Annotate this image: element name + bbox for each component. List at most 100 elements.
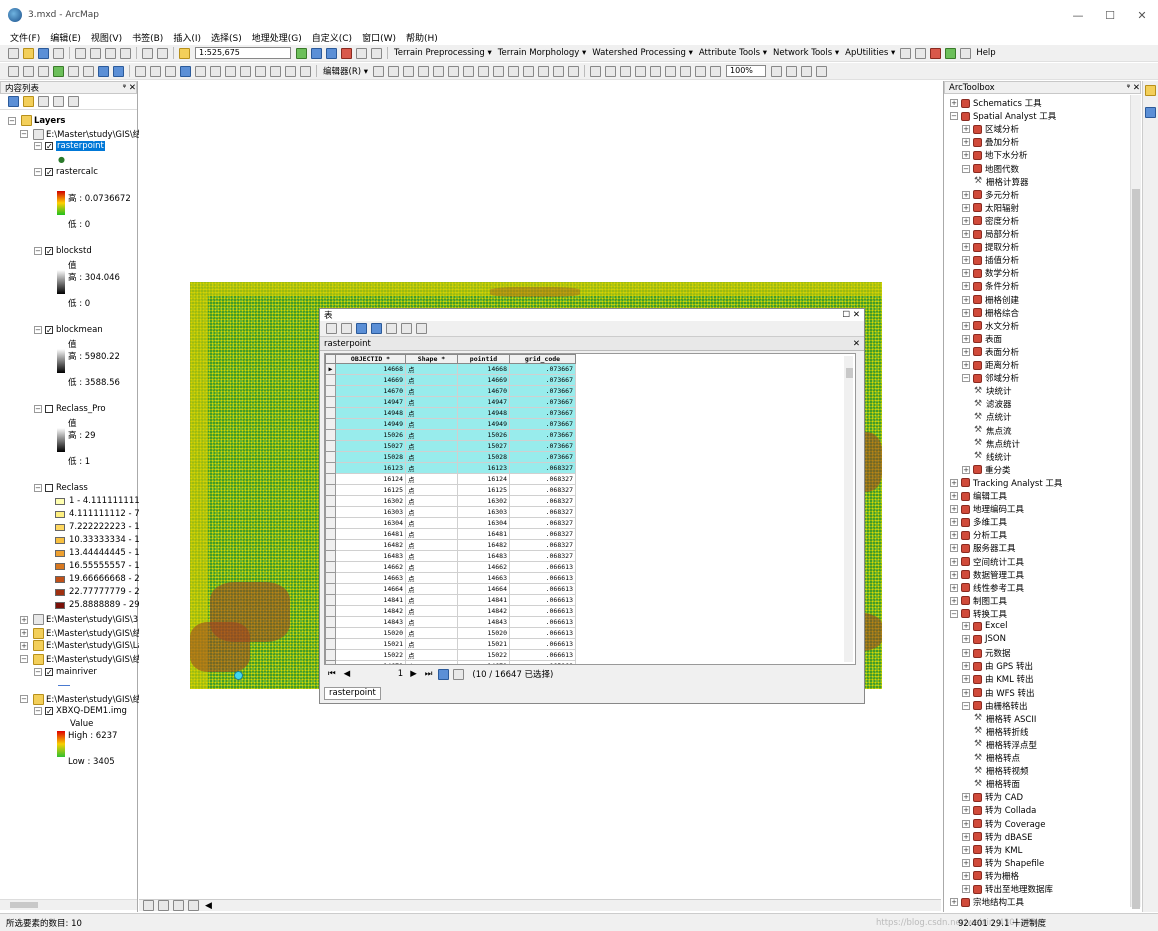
collapse-icon[interactable]: − bbox=[20, 695, 28, 703]
toolbox-item[interactable]: + 表面 bbox=[962, 333, 1002, 345]
table-row[interactable]: 14669 点 14669.073667 bbox=[325, 374, 576, 386]
toggle-draft-icon[interactable] bbox=[771, 65, 783, 77]
collapse-icon[interactable]: − bbox=[20, 655, 28, 663]
expand-icon[interactable]: + bbox=[962, 858, 970, 867]
undo-icon[interactable] bbox=[142, 47, 153, 59]
html-popup-icon[interactable] bbox=[210, 65, 221, 77]
list-by-drawing-order-icon[interactable] bbox=[8, 96, 19, 107]
layout-zoom-in-icon[interactable] bbox=[590, 65, 602, 77]
next-record-icon[interactable]: ▶ bbox=[410, 669, 417, 679]
clear-selection-icon[interactable] bbox=[150, 65, 161, 77]
group-layer-2[interactable]: + E:\Master\study\GIS\3.r bbox=[20, 614, 144, 625]
toolbox-item[interactable]: + 多维工具 bbox=[950, 516, 1007, 528]
save-icon[interactable] bbox=[38, 47, 49, 59]
point-tool-icon[interactable] bbox=[930, 47, 942, 59]
table-vertical-scrollbar[interactable] bbox=[844, 356, 853, 662]
scroll-thumb[interactable] bbox=[846, 368, 853, 378]
expand-icon[interactable]: + bbox=[962, 230, 970, 238]
toolbox-item[interactable]: + 由 KML 转出 bbox=[962, 673, 1034, 685]
switch-selection-icon[interactable] bbox=[371, 323, 382, 334]
zoom-out-icon[interactable] bbox=[23, 65, 34, 77]
expand-icon[interactable]: + bbox=[962, 793, 970, 802]
trace-icon[interactable] bbox=[945, 47, 957, 59]
expand-icon[interactable]: + bbox=[950, 596, 958, 605]
table-row[interactable]: 16302 点 16302.068327 bbox=[325, 495, 576, 507]
table-row[interactable]: 14947 点 14947.073667 bbox=[325, 396, 576, 408]
menu-geoprocessing[interactable]: 地理处理(G) bbox=[252, 31, 302, 44]
expand-icon[interactable]: + bbox=[962, 806, 970, 815]
model-builder-icon[interactable] bbox=[371, 47, 382, 59]
select-by-attributes-icon[interactable] bbox=[356, 323, 367, 334]
column-header-grid-code[interactable]: grid_code bbox=[509, 354, 576, 364]
expand-icon[interactable]: + bbox=[962, 361, 970, 369]
terrain-morphology-menu[interactable]: Terrain Morphology ▾ bbox=[498, 48, 586, 58]
group-layer-5[interactable]: − E:\Master\study\GIS\结 bbox=[20, 653, 141, 665]
zoom-in-icon[interactable] bbox=[8, 65, 19, 77]
point-edit-icon[interactable] bbox=[448, 65, 460, 77]
layer-dem[interactable]: − ✓ XBXQ-DEM1.img bbox=[34, 706, 127, 716]
toolbox-item[interactable]: + 线性参考工具 bbox=[950, 582, 1024, 594]
toolbox-item[interactable]: + 空间统计工具 bbox=[950, 556, 1024, 568]
toolbox-item[interactable]: + 转出至地理数据库 bbox=[962, 883, 1053, 895]
layer-reclass-pro[interactable]: − Reclass_Pro bbox=[34, 404, 106, 414]
row-selector[interactable] bbox=[325, 374, 336, 386]
table-row[interactable]: 16303 点 16303.068327 bbox=[325, 506, 576, 518]
toolbox-item[interactable]: + 水文分析 bbox=[962, 320, 1019, 332]
table-row[interactable]: 15026 点 15026.073667 bbox=[325, 429, 576, 441]
pan-icon[interactable] bbox=[38, 65, 49, 77]
layer-mainriver[interactable]: − ✓ mainriver bbox=[34, 667, 97, 677]
scroll-thumb[interactable] bbox=[1132, 189, 1140, 909]
toolbox-item[interactable]: ⚒ 栅格转浮点型 bbox=[974, 739, 1037, 751]
toolbox-item[interactable]: ⚒ 栅格转面 bbox=[974, 778, 1020, 790]
toolbox-item[interactable]: + 条件分析 bbox=[962, 280, 1019, 292]
expand-icon[interactable]: + bbox=[962, 269, 970, 278]
menu-windows[interactable]: 窗口(W) bbox=[362, 31, 396, 44]
toolbox-item[interactable]: + 由 GPS 转出 bbox=[962, 660, 1033, 672]
toolbox-item[interactable]: + 转为 KML bbox=[962, 844, 1022, 856]
time-slider-icon[interactable] bbox=[285, 65, 296, 77]
expand-icon[interactable]: + bbox=[962, 662, 970, 671]
catalog-tab-icon[interactable] bbox=[1145, 85, 1156, 96]
attributes-icon[interactable] bbox=[538, 65, 550, 77]
edit-annotation-icon[interactable] bbox=[388, 65, 400, 77]
close-button[interactable]: ✕ bbox=[1126, 0, 1158, 30]
table-tab-rasterpoint[interactable]: rasterpoint bbox=[324, 687, 381, 700]
create-features-icon[interactable] bbox=[568, 65, 580, 77]
editor-menu[interactable]: 编辑器(R) ▾ bbox=[323, 65, 368, 77]
row-selector[interactable] bbox=[325, 418, 336, 430]
table-row[interactable]: 16483 点 16483.068327 bbox=[325, 550, 576, 562]
expand-icon[interactable]: + bbox=[962, 308, 970, 317]
table-row[interactable]: 15028 点 15028.073667 bbox=[325, 451, 576, 463]
previous-record-icon[interactable]: ◀ bbox=[344, 669, 351, 679]
last-record-icon[interactable]: ⏭ bbox=[425, 669, 433, 679]
toolbox-item[interactable]: − 邻域分析 bbox=[962, 372, 1019, 384]
table-row[interactable]: 16124 点 16124.068327 bbox=[325, 473, 576, 485]
table-row[interactable]: 14842 点 14842.066613 bbox=[325, 605, 576, 617]
end-point-arc-icon[interactable] bbox=[418, 65, 430, 77]
open-icon[interactable] bbox=[23, 47, 34, 59]
minimize-button[interactable]: — bbox=[1062, 0, 1094, 30]
row-selector[interactable] bbox=[325, 550, 336, 562]
select-elements-icon[interactable] bbox=[165, 65, 176, 77]
cut-polygons-icon[interactable] bbox=[493, 65, 505, 77]
find-icon[interactable] bbox=[240, 65, 251, 77]
row-selector[interactable] bbox=[325, 462, 336, 474]
expand-icon[interactable]: + bbox=[962, 871, 970, 880]
show-selected-records-icon[interactable] bbox=[453, 668, 465, 680]
toolbox-item[interactable]: + 密度分析 bbox=[962, 215, 1019, 227]
toolbox-item[interactable]: ⚒ 栅格转视频 bbox=[974, 765, 1029, 777]
attribute-tools-menu[interactable]: Attribute Tools ▾ bbox=[699, 48, 767, 58]
identify-icon[interactable] bbox=[180, 65, 191, 77]
list-by-selection-icon[interactable] bbox=[53, 96, 64, 107]
toolbox-item[interactable]: + 栅格综合 bbox=[962, 307, 1019, 319]
row-selector[interactable] bbox=[325, 484, 336, 496]
toolbox-item[interactable]: ⚒ 栅格转折线 bbox=[974, 726, 1029, 738]
menu-file[interactable]: 文件(F) bbox=[10, 31, 40, 44]
toolbox-item[interactable]: ⚒ 焦点统计 bbox=[974, 438, 1020, 450]
toolbox-item[interactable]: ⚒ 栅格转点 bbox=[974, 752, 1020, 764]
options-icon[interactable] bbox=[68, 96, 79, 107]
row-selector[interactable] bbox=[325, 616, 336, 628]
current-record-input[interactable]: 1 bbox=[357, 669, 403, 679]
layer-rasterpoint[interactable]: − ✓ rasterpoint bbox=[34, 141, 105, 151]
row-selector[interactable] bbox=[325, 583, 336, 595]
